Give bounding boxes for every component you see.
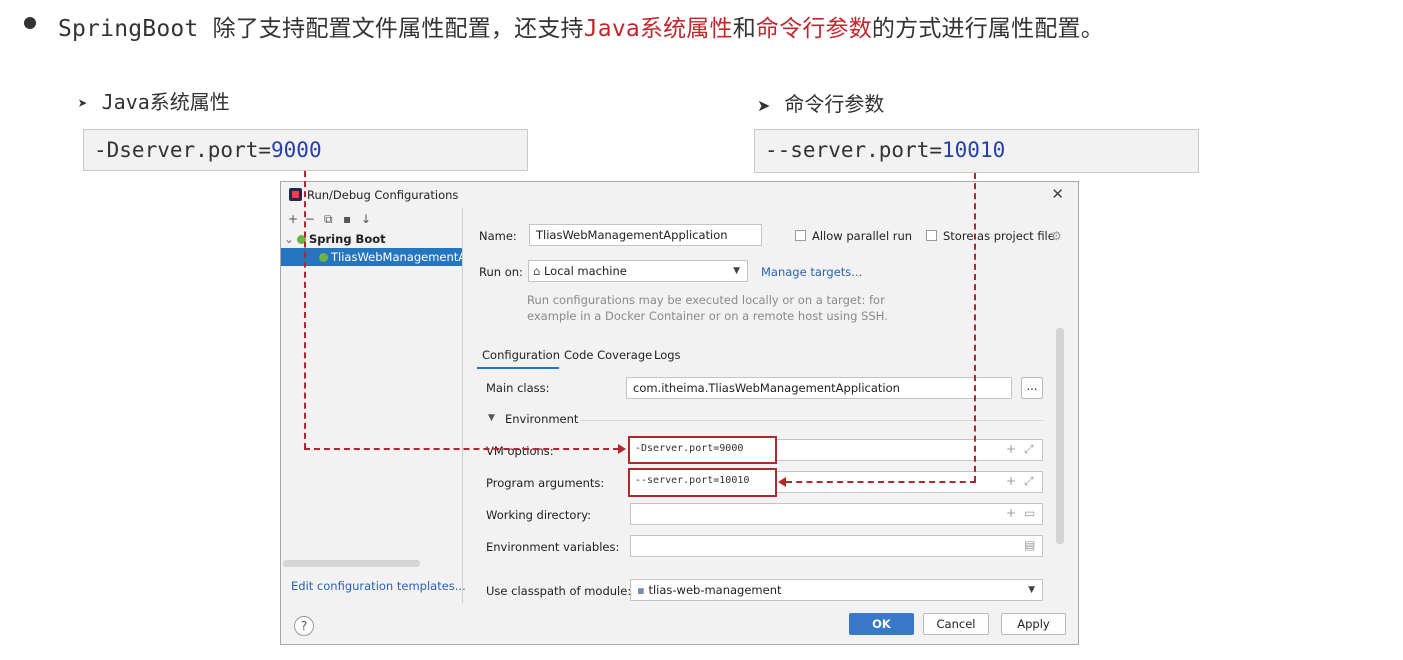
gear-icon[interactable]: ⚙	[1051, 229, 1062, 243]
annotation-line-java-props-vertical	[304, 171, 306, 449]
expand-icon[interactable]: ⤢	[1024, 442, 1034, 457]
expand-icon[interactable]: ⤢	[1024, 474, 1034, 489]
browse-main-class-button[interactable]: ...	[1021, 377, 1043, 399]
highlight-java-props: Java系统属性	[583, 16, 733, 42]
right-pane-scrollbar[interactable]	[1056, 328, 1064, 544]
spring-app-icon	[319, 253, 328, 262]
home-icon: ⌂	[533, 264, 541, 278]
arrow-bullet-icon: ➤	[78, 94, 88, 113]
folder-icon[interactable]: ▪	[343, 212, 351, 226]
annotation-arrowhead-left	[778, 477, 786, 487]
name-input[interactable]: TliasWebManagementApplication	[529, 224, 762, 246]
chevron-down-icon[interactable]: ⌄	[281, 230, 297, 248]
add-icon[interactable]: +	[1006, 474, 1016, 488]
slide-heading: SpringBoot 除了支持配置文件属性配置，还支持Java系统属性和命令行参…	[58, 16, 1104, 42]
sort-icon[interactable]: ↓	[361, 212, 371, 226]
main-class-input[interactable]: com.itheima.TliasWebManagementApplicatio…	[626, 377, 1012, 399]
store-project-checkbox[interactable]	[926, 230, 937, 241]
module-icon: ▪	[637, 583, 645, 597]
code-box-cmdline-args: --server.port=10010	[754, 129, 1199, 173]
apply-button[interactable]: Apply	[1001, 613, 1066, 635]
vm-options-label: VM options:	[486, 444, 554, 458]
config-tree-pane: + − ⧉ ▪ ↓ ⌄ Spring Boot TliasWebManagemen…	[281, 208, 466, 603]
annotation-arrowhead-right	[618, 444, 626, 454]
run-on-hint-1: Run configurations may be executed local…	[527, 293, 885, 307]
environment-variables-input[interactable]	[630, 535, 1043, 557]
annotation-line-cmdline-horizontal	[786, 481, 976, 483]
document-icon[interactable]: ▤	[1024, 538, 1035, 552]
dropdown-arrow-icon[interactable]: ▼	[1028, 580, 1035, 600]
classpath-module-select[interactable]: ▪ tlias-web-management ▼	[630, 579, 1043, 601]
run-on-select[interactable]: ⌂ Local machine ▼	[528, 260, 748, 282]
left-pane-scrollbar[interactable]	[283, 560, 420, 567]
environment-variables-label: Environment variables:	[486, 540, 620, 554]
manage-targets-link[interactable]: Manage targets...	[761, 265, 862, 279]
dropdown-arrow-icon[interactable]: ▼	[733, 261, 740, 281]
store-project-label: Store as project file	[943, 229, 1055, 243]
chevron-down-icon[interactable]: ▼	[488, 413, 495, 423]
classpath-module-label: Use classpath of module:	[486, 584, 632, 598]
working-directory-label: Working directory:	[486, 508, 592, 522]
ok-button[interactable]: OK	[849, 613, 914, 635]
remove-icon[interactable]: −	[305, 212, 315, 226]
run-on-label: Run on:	[479, 265, 523, 279]
edit-templates-link[interactable]: Edit configuration templates...	[291, 579, 466, 593]
highlight-cmdline-args: 命令行参数	[755, 16, 872, 42]
active-tab-indicator	[477, 367, 559, 369]
allow-parallel-checkbox[interactable]	[795, 230, 806, 241]
dialog-title: Run/Debug Configurations	[307, 188, 459, 202]
add-icon[interactable]: +	[1006, 442, 1016, 456]
run-on-hint-2: example in a Docker Container or on a re…	[527, 309, 888, 323]
copy-icon[interactable]: ⧉	[324, 212, 333, 227]
code-box-java-props: -Dserver.port=9000	[83, 129, 528, 171]
program-arguments-value-highlight[interactable]: --server.port=10010	[628, 468, 777, 497]
add-icon[interactable]: +	[1006, 506, 1016, 520]
dialog-titlebar: Run/Debug Configurations ✕	[281, 182, 1078, 208]
main-class-label: Main class:	[486, 381, 550, 395]
subheading-java-props: ➤ Java系统属性	[78, 90, 230, 114]
run-debug-dialog: Run/Debug Configurations ✕ + − ⧉ ▪ ↓ ⌄ Sp…	[280, 181, 1079, 645]
tree-group-spring-boot[interactable]: ⌄ Spring Boot	[281, 230, 462, 248]
tab-code-coverage[interactable]: Code Coverage	[564, 348, 652, 362]
name-label: Name:	[479, 229, 517, 243]
intellij-logo-icon	[289, 188, 302, 201]
arrow-bullet-icon: ➤	[757, 96, 771, 115]
allow-parallel-label: Allow parallel run	[812, 229, 913, 243]
tree-item-tlias-app[interactable]: TliasWebManagementApplication	[281, 248, 462, 266]
add-icon[interactable]: +	[288, 212, 298, 226]
bullet-dot	[24, 17, 36, 29]
program-arguments-label: Program arguments:	[486, 476, 605, 490]
help-button[interactable]: ?	[294, 616, 314, 636]
close-icon[interactable]: ✕	[1051, 185, 1064, 203]
vm-options-value-highlight[interactable]: -Dserver.port=9000	[628, 436, 777, 464]
working-directory-input[interactable]	[630, 503, 1043, 525]
annotation-line-java-props-horizontal	[304, 448, 619, 450]
subheading-cmdline-args: ➤ 命令行参数	[757, 92, 885, 116]
annotation-line-cmdline-vertical	[974, 173, 976, 482]
cancel-button[interactable]: Cancel	[923, 613, 989, 635]
tab-configuration[interactable]: Configuration	[482, 348, 560, 362]
tab-logs[interactable]: Logs	[654, 348, 681, 362]
environment-section-label: Environment	[505, 412, 579, 426]
folder-icon[interactable]: ▭	[1024, 506, 1035, 520]
